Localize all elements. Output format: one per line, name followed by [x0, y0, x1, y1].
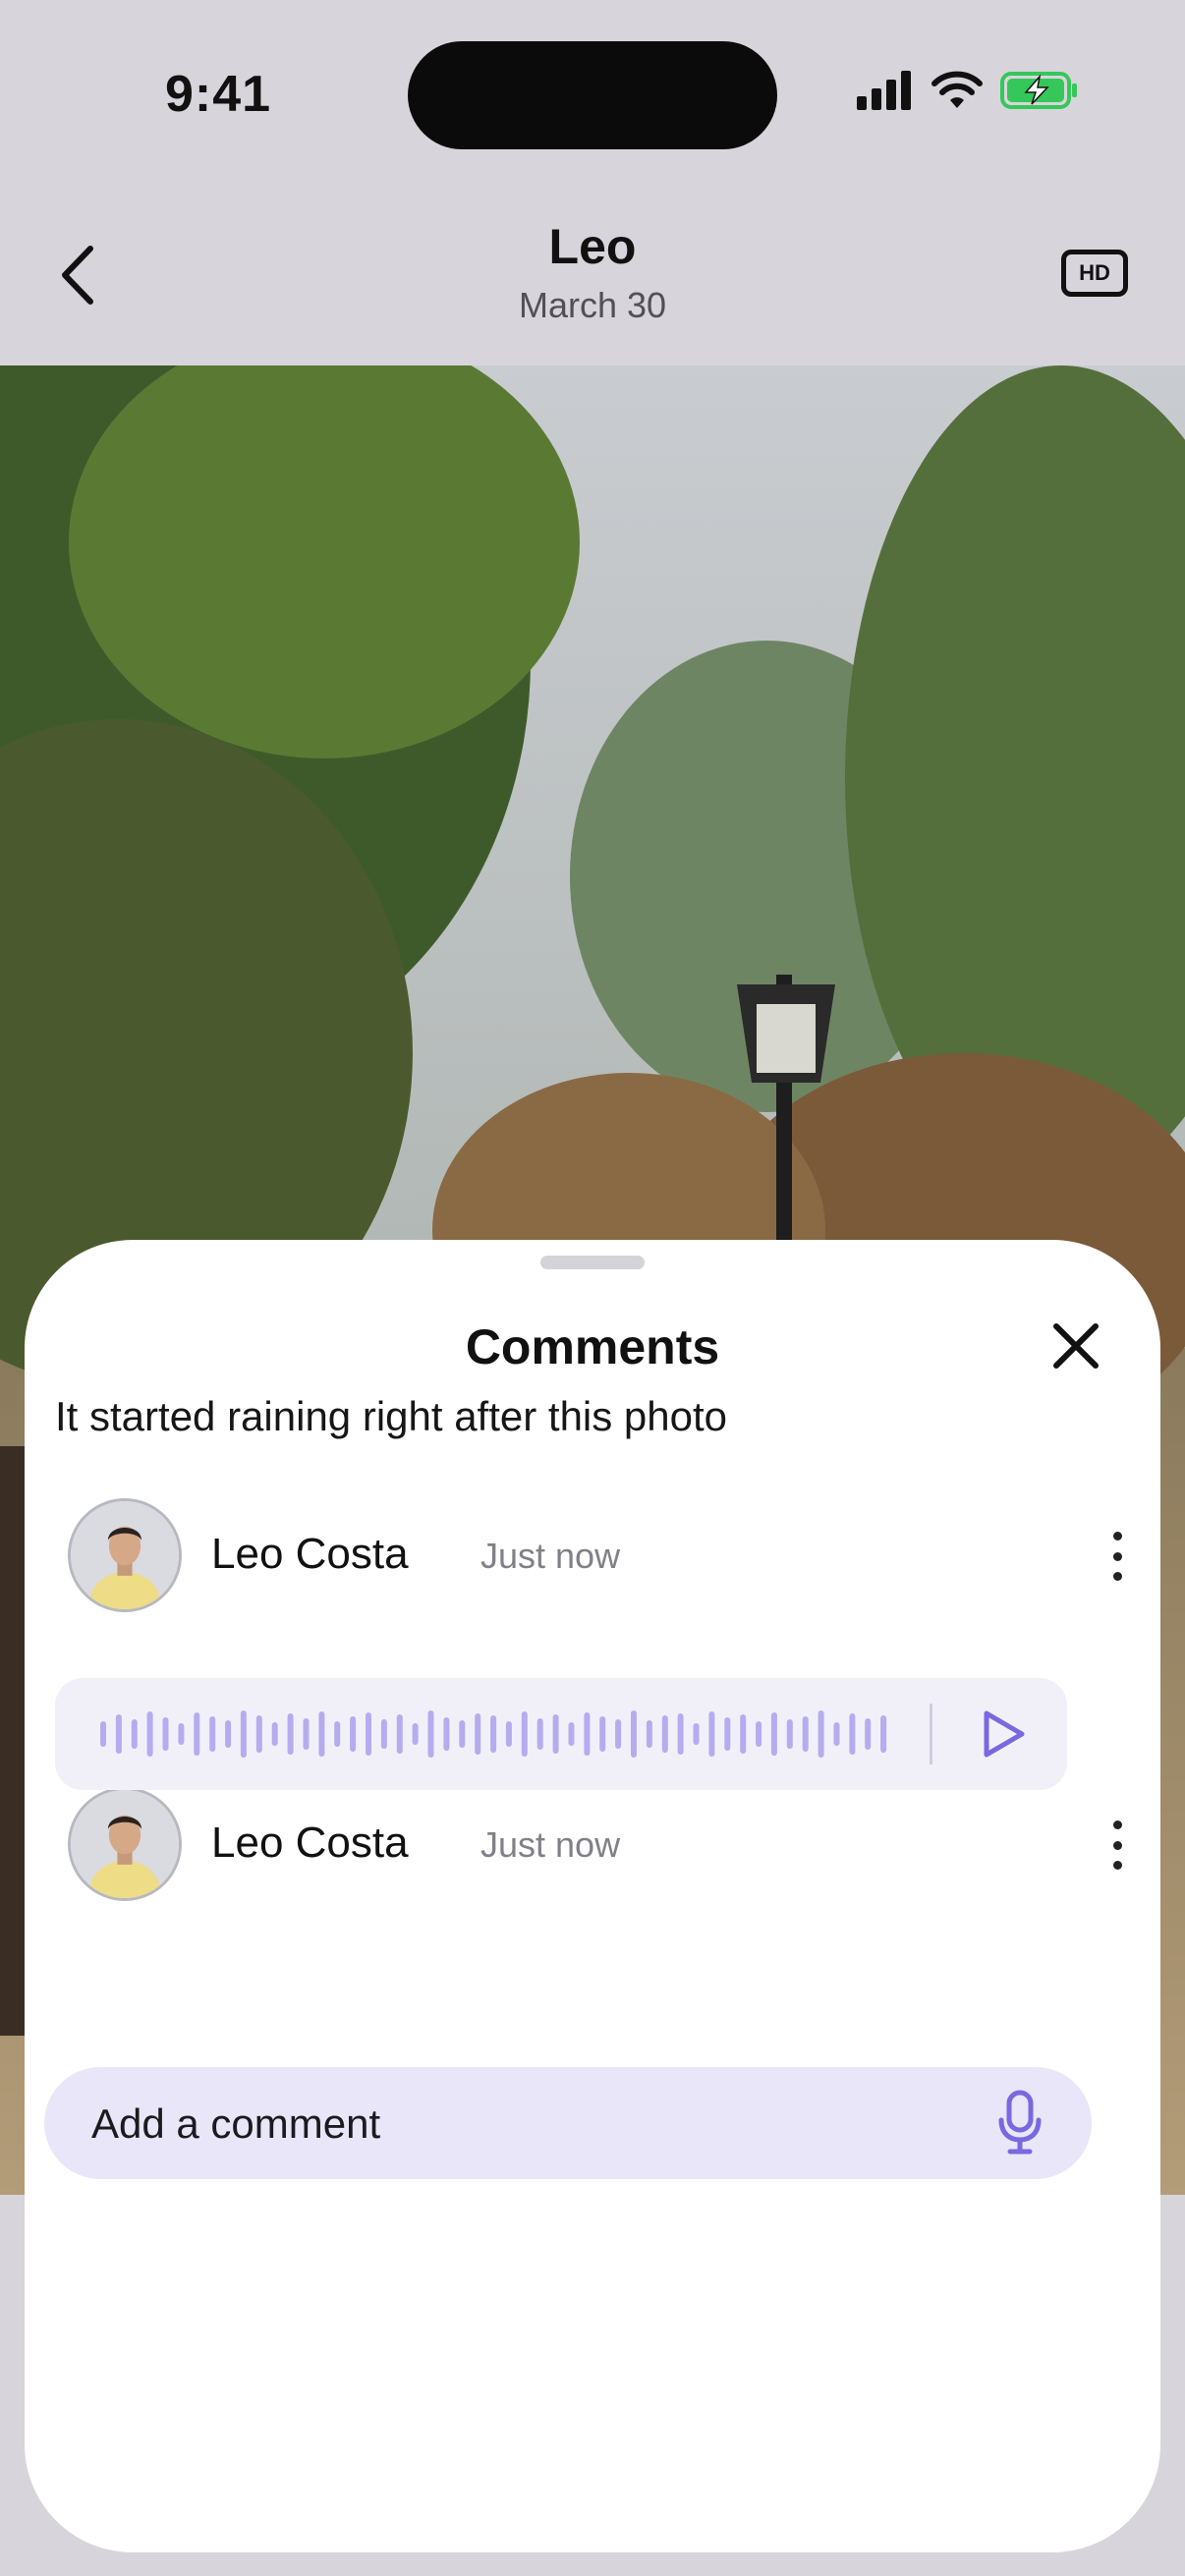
waveform-bar — [740, 1714, 747, 1754]
waveform-bar — [459, 1720, 466, 1748]
waveform-bar — [396, 1714, 403, 1754]
waveform-bar — [350, 1716, 357, 1752]
waveform-bar — [756, 1721, 762, 1747]
more-options-icon[interactable] — [1105, 1532, 1129, 1581]
waveform-bar — [708, 1711, 715, 1757]
cellular-signal-icon — [857, 71, 911, 110]
more-options-icon[interactable] — [1105, 1820, 1129, 1870]
waveform-bar — [880, 1715, 887, 1753]
wifi-icon — [931, 71, 983, 108]
waveform-bar — [505, 1721, 512, 1747]
status-bar: 9:41 — [0, 0, 1185, 187]
waveform-bar — [303, 1718, 310, 1750]
comment-item: Leo Costa Just now — [68, 1787, 1129, 1905]
waveform-bar — [412, 1723, 419, 1745]
waveform-bar — [584, 1712, 591, 1756]
waveform-bar — [818, 1710, 824, 1758]
waveform-bar — [646, 1720, 652, 1748]
comment-timestamp: Just now — [480, 1824, 621, 1865]
waveform-bar — [521, 1711, 528, 1757]
waveform-bar — [100, 1721, 106, 1747]
waveform[interactable] — [98, 1698, 894, 1770]
waveform-bar — [724, 1717, 731, 1751]
waveform-bar — [146, 1711, 153, 1757]
waveform-bar — [693, 1723, 700, 1745]
waveform-bar — [255, 1715, 262, 1753]
waveform-bar — [677, 1713, 684, 1755]
waveform-bar — [366, 1712, 371, 1756]
waveform-bar — [552, 1714, 559, 1754]
waveform-bar — [833, 1722, 840, 1746]
waveform-bar — [770, 1712, 777, 1756]
waveform-bar — [427, 1710, 434, 1758]
comment-input-placeholder: Add a comment — [91, 2100, 381, 2147]
waveform-bar — [178, 1723, 185, 1745]
close-icon[interactable] — [1048, 1318, 1103, 1373]
waveform-bar — [536, 1718, 543, 1750]
waveform-bar — [615, 1719, 622, 1749]
sheet-title: Comments — [465, 1319, 720, 1374]
sheet-grabber[interactable] — [540, 1256, 645, 1269]
comment-timestamp: Just now — [480, 1536, 621, 1576]
waveform-bar — [475, 1713, 481, 1755]
waveform-bar — [568, 1722, 575, 1746]
waveform-bar — [661, 1715, 668, 1753]
waveform-bar — [490, 1715, 497, 1753]
page-subtitle: March 30 — [518, 285, 667, 325]
waveform-bar — [443, 1717, 450, 1751]
comment-item: Leo Costa Just now — [68, 1498, 1129, 1616]
status-time: 9:41 — [165, 66, 272, 123]
waveform-bar — [115, 1714, 122, 1754]
page-title: Leo — [548, 219, 637, 274]
waveform-bar — [271, 1722, 278, 1746]
avatar[interactable] — [68, 1787, 182, 1901]
divider — [930, 1704, 932, 1764]
waveform-bar — [194, 1712, 200, 1756]
waveform-bar — [225, 1720, 232, 1748]
comment-author: Leo Costa — [211, 1530, 409, 1578]
waveform-bar — [209, 1716, 216, 1752]
waveform-bar — [131, 1719, 138, 1749]
waveform-bar — [849, 1713, 856, 1755]
hd-toggle-button[interactable]: HD — [1061, 250, 1128, 297]
waveform-bar — [599, 1716, 606, 1752]
avatar[interactable] — [68, 1498, 182, 1612]
waveform-bar — [334, 1721, 341, 1747]
waveform-bar — [318, 1711, 325, 1757]
voice-message — [55, 1678, 1067, 1790]
waveform-bar — [380, 1719, 387, 1749]
waveform-bar — [162, 1717, 169, 1751]
microphone-icon[interactable] — [995, 2089, 1044, 2157]
comment-input[interactable]: Add a comment — [44, 2067, 1092, 2179]
battery-charging-icon — [1000, 72, 1077, 109]
waveform-bar — [786, 1719, 793, 1749]
comment-author: Leo Costa — [211, 1819, 409, 1867]
waveform-bar — [865, 1718, 872, 1750]
status-icons — [857, 71, 1079, 110]
header: Leo March 30 HD — [0, 187, 1185, 365]
comment-text: It started raining right after this phot… — [55, 1393, 728, 1439]
waveform-bar — [287, 1713, 294, 1755]
waveform-bar — [631, 1710, 637, 1758]
dynamic-island — [408, 41, 777, 149]
waveform-bar — [240, 1710, 247, 1758]
waveform-bar — [802, 1716, 809, 1752]
play-icon[interactable] — [979, 1708, 1028, 1761]
